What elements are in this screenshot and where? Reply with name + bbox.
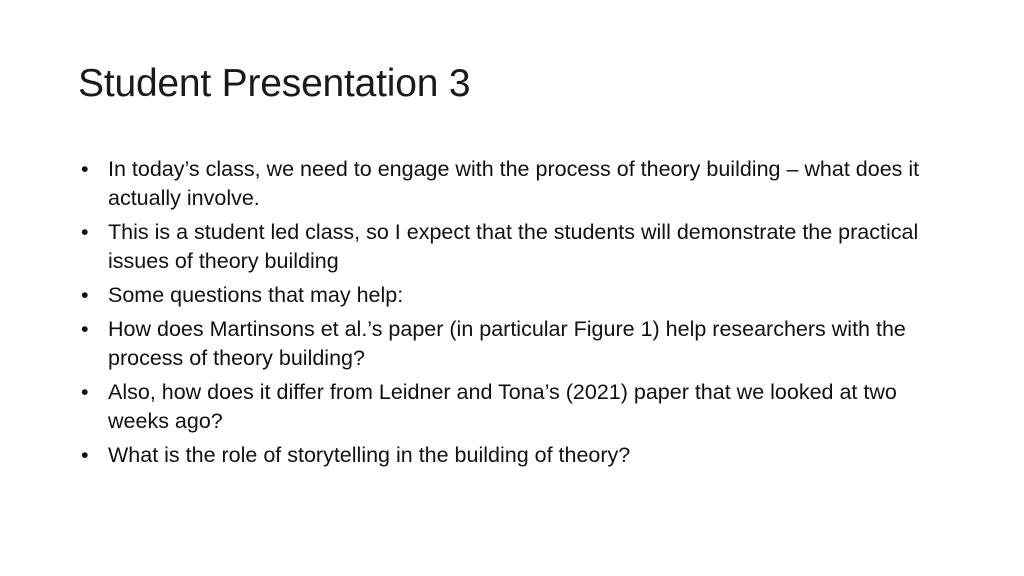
bullet-dot-icon: • bbox=[81, 380, 89, 404]
bullet-dot-icon: • bbox=[81, 443, 89, 467]
slide-title: Student Presentation 3 bbox=[78, 62, 471, 105]
bullet-item-4: • How does Martinsons et al.’s paper (in… bbox=[78, 315, 948, 373]
bullet-item-6: • What is the role of storytelling in th… bbox=[78, 441, 948, 470]
bullet-text: This is a student led class, so I expect… bbox=[108, 220, 919, 273]
bullet-list: • In today’s class, we need to engage wi… bbox=[78, 155, 948, 475]
slide: Student Presentation 3 • In today’s clas… bbox=[0, 0, 1024, 576]
bullet-item-2: • This is a student led class, so I expe… bbox=[78, 218, 948, 276]
bullet-text: How does Martinsons et al.’s paper (in p… bbox=[108, 317, 906, 370]
bullet-dot-icon: • bbox=[81, 220, 89, 244]
bullet-text: What is the role of storytelling in the … bbox=[108, 443, 631, 467]
bullet-text: Also, how does it differ from Leidner an… bbox=[108, 380, 897, 433]
bullet-item-5: • Also, how does it differ from Leidner … bbox=[78, 378, 948, 436]
bullet-dot-icon: • bbox=[81, 283, 89, 307]
bullet-dot-icon: • bbox=[81, 157, 89, 181]
bullet-item-1: • In today’s class, we need to engage wi… bbox=[78, 155, 948, 213]
bullet-text: Some questions that may help: bbox=[108, 283, 404, 307]
bullet-dot-icon: • bbox=[81, 317, 89, 341]
bullet-text: In today’s class, we need to engage with… bbox=[108, 157, 920, 210]
bullet-item-3: • Some questions that may help: bbox=[78, 281, 948, 310]
